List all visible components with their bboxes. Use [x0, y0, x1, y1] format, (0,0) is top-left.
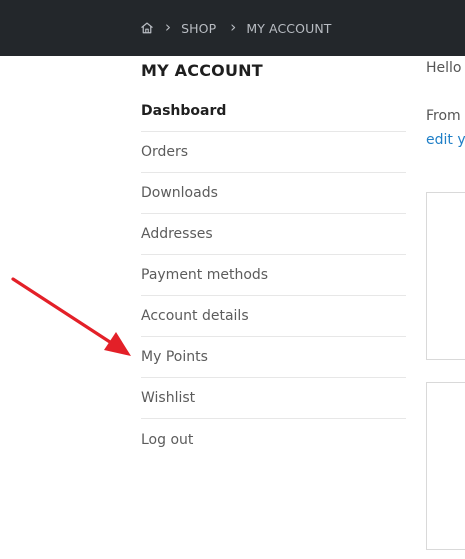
- account-navigation: Dashboard Orders Downloads Addresses Pay…: [141, 91, 406, 460]
- account-sidebar: MY ACCOUNT Dashboard Orders Downloads Ad…: [141, 56, 406, 460]
- home-icon[interactable]: [140, 21, 154, 35]
- greeting-text: Hello: [426, 60, 462, 76]
- sidebar-title: MY ACCOUNT: [141, 61, 263, 80]
- breadcrumb: › SHOP › MY ACCOUNT: [140, 0, 332, 56]
- chevron-right-icon: ›: [230, 17, 237, 36]
- edit-account-link[interactable]: edit y: [426, 132, 465, 148]
- nav-payment-methods[interactable]: Payment methods: [141, 255, 406, 296]
- nav-dashboard[interactable]: Dashboard: [141, 91, 406, 132]
- breadcrumb-current: MY ACCOUNT: [246, 20, 332, 36]
- nav-downloads[interactable]: Downloads: [141, 173, 406, 214]
- nav-log-out[interactable]: Log out: [141, 419, 406, 460]
- chevron-right-icon: ›: [165, 17, 172, 36]
- nav-orders[interactable]: Orders: [141, 132, 406, 173]
- top-header: › SHOP › MY ACCOUNT: [0, 0, 465, 56]
- nav-my-points[interactable]: My Points: [141, 337, 406, 378]
- nav-account-details[interactable]: Account details: [141, 296, 406, 337]
- breadcrumb-shop-link[interactable]: SHOP: [181, 21, 216, 36]
- nav-addresses[interactable]: Addresses: [141, 214, 406, 255]
- account-content: Hello From edit y: [426, 56, 465, 559]
- dashboard-description: From: [426, 108, 461, 124]
- arrow-head-icon: [104, 332, 131, 356]
- arrow-shaft: [11, 277, 115, 346]
- nav-wishlist[interactable]: Wishlist: [141, 378, 406, 419]
- page: › SHOP › MY ACCOUNT MY ACCOUNT Dashboard…: [0, 0, 465, 559]
- dashboard-card: [426, 382, 465, 550]
- dashboard-card: [426, 192, 465, 360]
